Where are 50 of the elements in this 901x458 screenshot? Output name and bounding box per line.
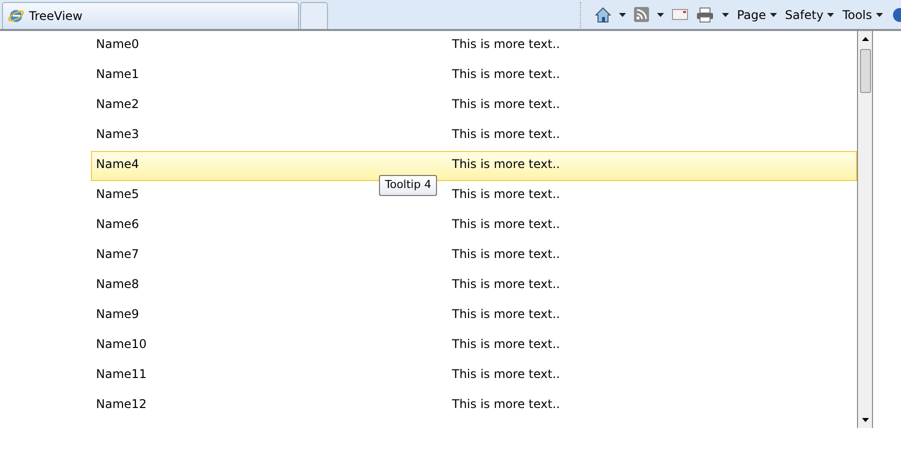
scroll-thumb[interactable]: [860, 49, 871, 93]
row-text: This is more text..: [452, 126, 560, 143]
name-text: Name1: [96, 67, 140, 81]
caret-icon: [656, 12, 664, 16]
caret-icon: [770, 12, 778, 16]
row-text: This is more text..: [452, 156, 560, 173]
toolbar-grip: [580, 2, 582, 28]
selected-row[interactable]: Name4 This is more text..: [91, 151, 857, 181]
caret-icon: [722, 12, 729, 16]
name-text: Name0: [96, 37, 140, 51]
row-text: This is more text..: [452, 396, 560, 413]
caret-icon: [618, 12, 626, 16]
row-text: This is more text..: [452, 246, 560, 263]
name-text: Name9: [96, 307, 140, 321]
row-text: This is more text..: [452, 336, 560, 353]
feed-icon[interactable]: [634, 7, 649, 22]
row-text: This is more text..: [452, 186, 560, 203]
menu-button[interactable]: Safety: [785, 6, 834, 24]
row-text: This is more text..: [452, 306, 560, 323]
menu-button[interactable]: Page: [736, 6, 778, 24]
scroll-up-icon[interactable]: [862, 37, 868, 41]
help-icon[interactable]: [891, 6, 901, 22]
tooltip: Tooltip 4: [379, 175, 438, 196]
name-text: Name11: [96, 367, 147, 381]
scrollbar[interactable]: [857, 31, 873, 428]
row-text: This is more text..: [452, 216, 560, 233]
scroll-down-icon[interactable]: [862, 418, 868, 422]
name-text: Name8: [96, 277, 140, 291]
row-text: This is more text..: [452, 66, 560, 83]
row-text: This is more text..: [452, 96, 560, 113]
name-text: Name3: [96, 127, 140, 141]
browser-tab[interactable]: TreeView: [2, 2, 299, 29]
name-text: Name4: [96, 157, 140, 171]
row-text: This is more text..: [452, 276, 560, 293]
name-text: Name5: [96, 187, 140, 201]
tab-title: TreeView: [29, 8, 82, 25]
name-text: Name12: [96, 397, 147, 411]
menu-button[interactable]: Tools: [842, 6, 883, 24]
name-text: Name7: [96, 247, 140, 261]
name-text: Name2: [96, 97, 140, 111]
row-text: This is more text..: [452, 366, 560, 383]
browser-logo-icon: [8, 8, 24, 24]
name-text: Name6: [96, 217, 140, 231]
home-icon[interactable]: [594, 6, 611, 22]
caret-icon: [827, 12, 834, 16]
row-text: This is more text..: [452, 36, 560, 53]
mail-icon[interactable]: [672, 9, 688, 20]
name-text: Name10: [96, 337, 147, 351]
printer-icon[interactable]: [696, 6, 714, 22]
caret-icon: [876, 12, 883, 16]
